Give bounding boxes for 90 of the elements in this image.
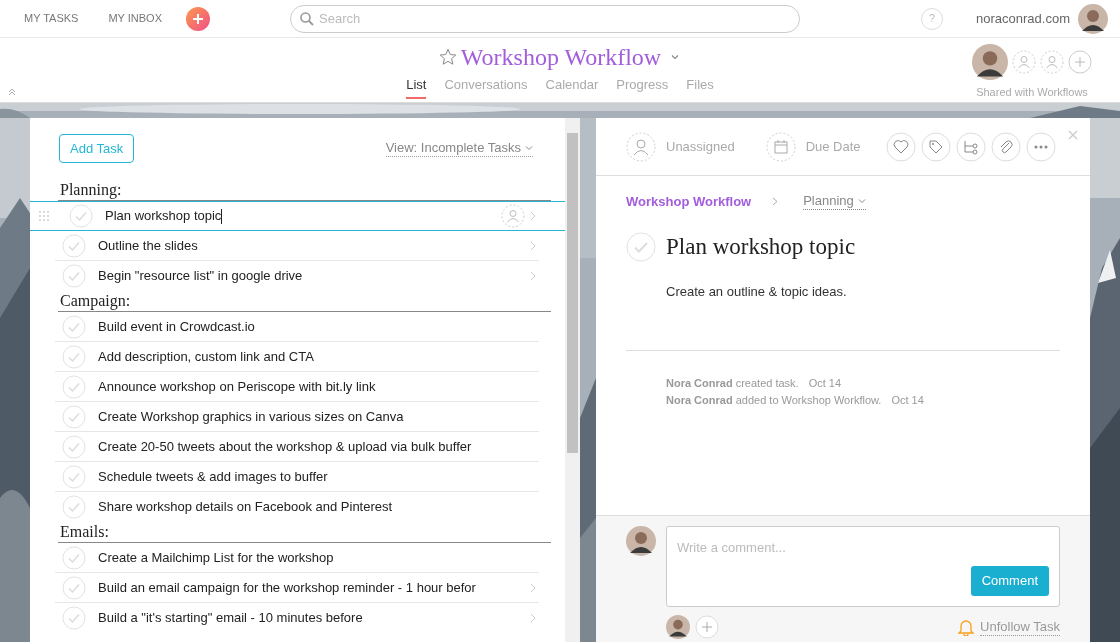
task-name: Build event in Crowdcast.io xyxy=(98,317,256,336)
scrollbar[interactable] xyxy=(565,118,580,642)
bell-icon xyxy=(958,618,975,636)
complete-checkbox[interactable] xyxy=(62,314,86,339)
task-description[interactable]: Create an outline & topic ideas. xyxy=(666,282,1060,302)
view-filter-dropdown[interactable]: View: Incomplete Tasks xyxy=(385,140,533,157)
task-row[interactable]: Schedule tweets & add images to buffer xyxy=(55,462,539,492)
section-dropdown[interactable]: Planning xyxy=(803,193,866,211)
task-row[interactable]: Create a Mailchimp List for the workshop xyxy=(55,543,539,573)
complete-checkbox[interactable] xyxy=(62,606,86,630)
task-row[interactable]: Create Workshop graphics in various sizes on Canva xyxy=(55,402,539,432)
add-member-icon[interactable] xyxy=(1040,50,1064,74)
calendar-icon[interactable] xyxy=(765,131,796,162)
chevron-icon[interactable] xyxy=(529,211,537,221)
task-name: Create a Mailchimp List for the workshop xyxy=(98,548,335,567)
complete-checkbox[interactable] xyxy=(62,434,86,459)
task-name: Outline the slides xyxy=(98,236,199,255)
chevron-icon[interactable] xyxy=(529,613,537,623)
task-row[interactable]: Plan workshop topic xyxy=(30,201,565,231)
project-tab[interactable]: List xyxy=(406,76,427,99)
plus-icon xyxy=(192,12,204,25)
task-name: Begin "resource list" in google drive xyxy=(98,267,304,286)
drag-handle-icon[interactable] xyxy=(38,210,50,222)
complete-checkbox[interactable] xyxy=(62,374,86,399)
activity-text: Nora Conrad added to Workshop Workflow. xyxy=(666,392,882,408)
task-name: Add description, custom link and CTA xyxy=(98,347,315,366)
chevron-icon[interactable] xyxy=(529,271,537,281)
task-name: Schedule tweets & add images to buffer xyxy=(98,467,329,486)
task-row[interactable]: Begin "resource list" in google drive xyxy=(55,261,539,291)
add-follower-icon[interactable] xyxy=(695,615,719,639)
task-title[interactable]: Plan workshop topic xyxy=(666,229,856,264)
add-member-icon[interactable] xyxy=(1012,50,1036,74)
task-name: Plan workshop topic xyxy=(105,207,224,226)
task-row[interactable]: Outline the slides xyxy=(55,231,539,261)
task-row[interactable]: Announce workshop on Periscope with bit.ly link xyxy=(55,372,539,402)
complete-checkbox[interactable] xyxy=(62,495,86,519)
subtask-icon[interactable] xyxy=(956,131,986,162)
complete-checkbox[interactable] xyxy=(62,344,86,369)
section-header[interactable]: Emails: xyxy=(58,522,551,543)
search-icon xyxy=(299,10,315,27)
nav-link[interactable]: MY TASKS xyxy=(24,10,79,27)
task-row[interactable]: Build an email campaign for the workshop reminder - 1 hour befor xyxy=(55,573,539,603)
caret-icon xyxy=(525,144,533,152)
caret-icon xyxy=(857,197,866,206)
collapse-icon[interactable] xyxy=(8,88,16,96)
chevron-icon xyxy=(772,197,779,207)
nav-link[interactable]: MY INBOX xyxy=(108,10,162,27)
star-icon[interactable] xyxy=(438,48,457,66)
task-name: Build an email campaign for the workshop reminder - 1 hour befor xyxy=(98,578,477,597)
avatar-icon xyxy=(1078,3,1108,34)
close-icon[interactable] xyxy=(1068,130,1078,140)
attachment-icon[interactable] xyxy=(991,131,1021,162)
section-header[interactable]: Campaign: xyxy=(58,291,551,312)
more-icon[interactable] xyxy=(1026,131,1056,162)
project-title: Workshop Workflow xyxy=(460,43,662,72)
complete-checkbox[interactable] xyxy=(62,264,86,288)
search-field[interactable]: Search xyxy=(290,4,800,33)
activity-text: Nora Conrad created task. xyxy=(666,375,799,391)
avatar-icon xyxy=(666,615,690,639)
task-row[interactable]: Create 20-50 tweets about the workshop & upload via bulk buffer xyxy=(55,432,539,462)
complete-checkbox[interactable] xyxy=(62,545,86,570)
assignee-icon[interactable] xyxy=(501,204,525,228)
task-row[interactable]: Build event in Crowdcast.io xyxy=(55,312,539,342)
tag-icon[interactable] xyxy=(921,131,951,162)
task-row[interactable]: Add description, custom link and CTA xyxy=(55,342,539,372)
complete-checkbox[interactable] xyxy=(62,464,86,489)
add-icon[interactable] xyxy=(1068,50,1092,74)
complete-checkbox[interactable] xyxy=(62,404,86,429)
chevron-icon[interactable] xyxy=(529,582,537,593)
complete-checkbox[interactable] xyxy=(62,575,86,600)
avatar-icon xyxy=(626,526,656,556)
assignee-icon[interactable] xyxy=(626,131,656,162)
chevron-icon[interactable] xyxy=(529,240,537,251)
task-name: Share workshop details on Facebook and Pinterest xyxy=(98,498,394,517)
project-link[interactable]: Workshop Workflow xyxy=(626,192,752,212)
task-name: Create 20-50 tweets about the workshop & upload via bulk buffer xyxy=(98,437,473,456)
avatar-icon xyxy=(972,44,1008,80)
task-name: Build a "it's starting" email - 10 minutes before xyxy=(98,609,364,628)
activity-date: Oct 14 xyxy=(891,392,924,408)
complete-checkbox[interactable] xyxy=(69,204,93,228)
activity-date: Oct 14 xyxy=(808,375,842,391)
task-name: Announce workshop on Periscope with bit.ly link xyxy=(98,377,377,396)
shared-label: Shared with Workflows xyxy=(976,85,1088,100)
task-row[interactable]: Build a "it's starting" email - 10 minutes before xyxy=(55,603,539,633)
account-name[interactable]: noraconrad.com xyxy=(976,8,1070,29)
complete-checkbox[interactable] xyxy=(62,233,86,258)
task-name: Create Workshop graphics in various sizes on Canva xyxy=(98,407,405,426)
complete-checkbox[interactable] xyxy=(626,231,656,262)
task-row[interactable]: Share workshop details on Facebook and Pinterest xyxy=(55,492,539,522)
quick-add-button[interactable] xyxy=(186,6,210,31)
